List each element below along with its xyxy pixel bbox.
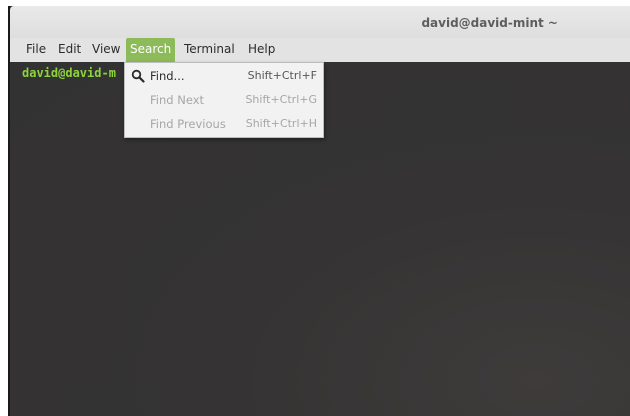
menu-help[interactable]: Help <box>248 38 275 62</box>
menu-terminal[interactable]: Terminal <box>184 38 235 62</box>
menu-view[interactable]: View <box>92 38 120 62</box>
find-previous-shortcut: Shift+Ctrl+H <box>245 117 317 130</box>
find-previous-label: Find Previous <box>150 117 226 131</box>
search-icon <box>131 69 145 83</box>
find-shortcut: Shift+Ctrl+F <box>247 69 317 82</box>
menu-bar: File Edit View Search Terminal Help <box>10 38 630 63</box>
find-next-shortcut: Shift+Ctrl+G <box>245 93 317 106</box>
menu-search[interactable]: Search <box>126 38 176 62</box>
menu-edit[interactable]: Edit <box>58 38 81 62</box>
find-next-label: Find Next <box>150 93 205 107</box>
screenshot-frame: david@david-mint ~ File Edit View Search… <box>0 0 630 416</box>
menu-file[interactable]: File <box>26 38 46 62</box>
menu-item-find[interactable]: Find... Shift+Ctrl+F <box>125 65 323 88</box>
search-menu-dropdown: Find... Shift+Ctrl+F Find Next Shift+Ctr… <box>124 62 324 138</box>
menu-item-find-previous[interactable]: Find Previous Shift+Ctrl+H <box>125 113 323 136</box>
find-label: Find... <box>150 69 185 83</box>
window-title: david@david-mint ~ <box>421 16 558 30</box>
shell-prompt: david@david-m <box>22 66 116 80</box>
menu-item-find-next[interactable]: Find Next Shift+Ctrl+G <box>125 89 323 112</box>
title-bar[interactable]: david@david-mint ~ <box>10 6 630 38</box>
